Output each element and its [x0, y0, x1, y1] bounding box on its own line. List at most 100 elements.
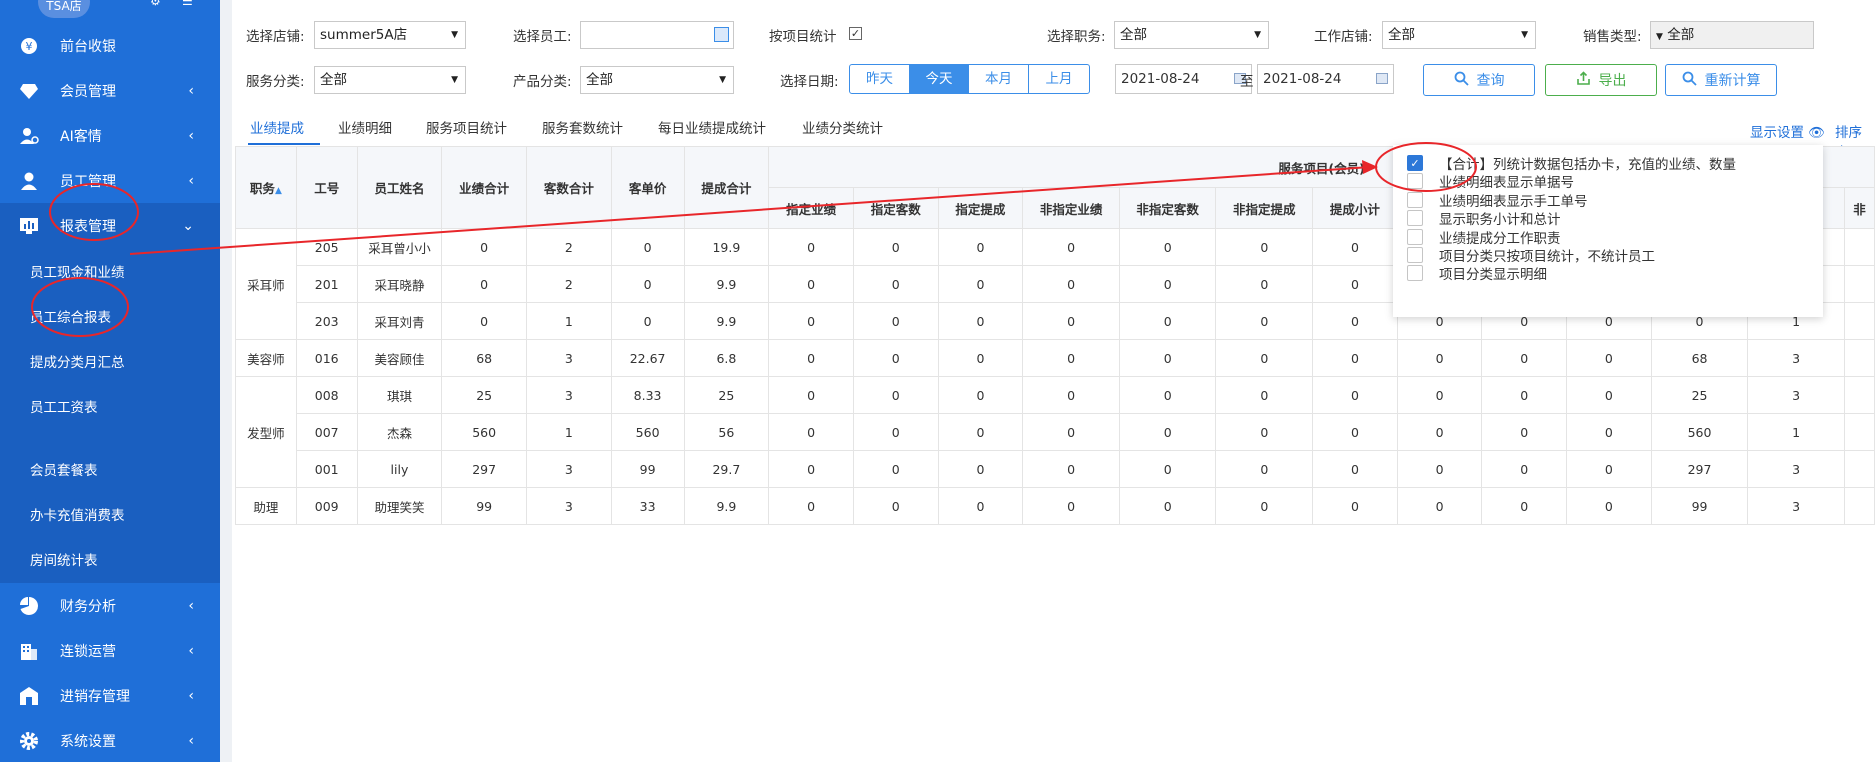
- tab-category-stats[interactable]: 业绩分类统计: [802, 117, 883, 137]
- sub-header[interactable]: 非指定业绩: [1022, 187, 1120, 229]
- sidebar-subitem-room-stats[interactable]: 房间统计表: [0, 536, 220, 581]
- date-today-button[interactable]: 今天: [909, 64, 969, 94]
- display-option[interactable]: 业绩提成分工作职责: [1407, 227, 1561, 247]
- sidebar-subitem-label: 员工工资表: [30, 399, 98, 416]
- cell-sub: 0: [852, 339, 939, 377]
- recalculate-button[interactable]: 重新计算: [1665, 64, 1777, 96]
- sidebar-item-members[interactable]: 会员管理 ‹: [0, 68, 220, 113]
- store-label: 选择店铺:: [246, 29, 305, 45]
- cell-extra: 99: [1650, 487, 1749, 525]
- position-select[interactable]: 全部 ▼: [1114, 21, 1269, 49]
- display-settings-link[interactable]: 显示设置 👁: [1750, 121, 1825, 141]
- display-option[interactable]: ✓ 【合计】列统计数据包括办卡，充值的业绩、数量: [1407, 153, 1736, 173]
- date-to-input[interactable]: 2021-08-24: [1257, 64, 1394, 94]
- checkbox-icon[interactable]: [1407, 265, 1423, 281]
- display-option[interactable]: 项目分类只按项目统计，不统计员工: [1407, 245, 1655, 265]
- sidebar-subitem-commission-monthly[interactable]: 提成分类月汇总: [0, 338, 220, 383]
- settings-icon[interactable]: ⚙: [150, 0, 161, 8]
- sidebar-subitem-card-recharge[interactable]: 办卡充值消费表: [0, 491, 220, 536]
- table-row[interactable]: 美容师 016 美容顾佳 68 3 22.67 6.8 0 0 0 0 0 0 0 0 0 0 68 3: [235, 339, 1875, 377]
- display-option[interactable]: 业绩明细表显示手工单号: [1407, 190, 1588, 210]
- date-from-input[interactable]: 2021-08-24: [1115, 64, 1252, 94]
- chevron-left-icon: ‹: [188, 172, 194, 189]
- tab-commission[interactable]: 业绩提成: [250, 117, 304, 137]
- sidebar-subitem-member-package[interactable]: 会员套餐表: [0, 446, 220, 491]
- sidebar-item-reports[interactable]: 报表管理 ⌄: [0, 203, 220, 248]
- cell-extra: 0: [1396, 487, 1483, 525]
- sidebar-item-chain[interactable]: 连锁运营 ‹: [0, 628, 220, 673]
- service-cat-select[interactable]: 全部 ▼: [314, 66, 466, 94]
- date-yesterday-button[interactable]: 昨天: [849, 64, 910, 94]
- cell-extra: 560: [1650, 413, 1749, 451]
- sidebar-item-cashier[interactable]: ¥ 前台收银: [0, 23, 220, 68]
- cell-extra: [1843, 450, 1875, 488]
- dropdown-arrow-icon: ▼: [719, 75, 726, 85]
- store-select[interactable]: summer5A店 ▼: [314, 21, 466, 49]
- col-header-commission[interactable]: 提成合计: [683, 146, 770, 229]
- menu-icon[interactable]: ☰: [182, 0, 193, 8]
- sidebar-subitem-label: 员工综合报表: [30, 309, 111, 326]
- table-row[interactable]: 发型师 008 琪琪 25 3 8.33 25 0 0 0 0 0 0 0 0 0 0 25 3: [235, 376, 1875, 488]
- date-last-month-button[interactable]: 上月: [1028, 64, 1090, 94]
- table-row[interactable]: 001 lily 297 3 99 29.7 0 0 0 0 0 0 0 0 0 0 297 3: [236, 450, 1875, 488]
- sub-header[interactable]: 非: [1843, 187, 1875, 229]
- cell-extra: 25: [1650, 376, 1749, 414]
- employee-input[interactable]: [580, 21, 734, 49]
- sidebar-item-label: 财务分析: [60, 598, 116, 615]
- by-project-label: 按项目统计: [769, 29, 837, 45]
- col-header-name[interactable]: 员工姓名: [356, 146, 443, 229]
- product-cat-select[interactable]: 全部 ▼: [580, 66, 734, 94]
- cell-perf: 0: [441, 228, 528, 266]
- calendar-icon[interactable]: [1376, 73, 1388, 84]
- cell-id: 205: [295, 228, 358, 266]
- col-header-perf[interactable]: 业绩合计: [441, 146, 528, 229]
- display-option[interactable]: 业绩明细表显示单据号: [1407, 171, 1574, 191]
- sort-asc-icon[interactable]: ▲: [275, 186, 282, 196]
- checkbox-icon[interactable]: [1407, 173, 1423, 189]
- sub-header[interactable]: 提成小计: [1312, 187, 1398, 229]
- checkbox-checked-icon[interactable]: ✓: [1407, 155, 1423, 171]
- col-header-unit-price[interactable]: 客单价: [610, 146, 685, 229]
- sidebar-subitem-staff-report[interactable]: 员工综合报表: [0, 293, 220, 338]
- checkbox-icon[interactable]: [1407, 247, 1423, 263]
- sidebar-item-ai[interactable]: AI客情 ‹: [0, 113, 220, 158]
- date-this-month-button[interactable]: 本月: [968, 64, 1029, 94]
- cell-unit: 99: [610, 450, 685, 488]
- sub-header[interactable]: 指定客数: [852, 187, 939, 229]
- display-option[interactable]: 项目分类显示明细: [1407, 263, 1547, 283]
- col-header-role[interactable]: 职务▲: [235, 146, 297, 229]
- table-row[interactable]: 助理 009 助理笑笑 99 3 33 9.9 0 0 0 0 0 0 0 0 0 0 99 3: [235, 487, 1875, 525]
- sale-type-select[interactable]: ▼ 全部: [1650, 21, 1814, 49]
- checkbox-icon[interactable]: [1407, 210, 1423, 226]
- col-header-id[interactable]: 工号: [295, 146, 358, 229]
- by-project-checkbox[interactable]: ✓: [849, 27, 862, 40]
- sidebar-subitem-staff-cash[interactable]: 员工现金和业绩: [0, 248, 220, 293]
- checkbox-icon[interactable]: [1407, 229, 1423, 245]
- sub-header[interactable]: 非指定提成: [1215, 187, 1314, 229]
- col-header-clients[interactable]: 客数合计: [526, 146, 612, 229]
- sidebar-subitem-payroll[interactable]: 员工工资表: [0, 383, 220, 428]
- display-option-label: 业绩明细表显示单据号: [1439, 175, 1574, 191]
- sub-header[interactable]: 非指定客数: [1118, 187, 1217, 229]
- cell-unit: 0: [610, 265, 685, 303]
- cell-extra: [1843, 339, 1875, 377]
- sub-header[interactable]: 指定业绩: [768, 187, 854, 229]
- sidebar-item-inventory[interactable]: 进销存管理 ‹: [0, 673, 220, 718]
- sub-header[interactable]: 指定提成: [937, 187, 1024, 229]
- query-button[interactable]: 查询: [1423, 64, 1535, 96]
- store-badge[interactable]: TSA店: [38, 0, 90, 18]
- picker-icon[interactable]: [714, 27, 729, 42]
- tab-daily-commission[interactable]: 每日业绩提成统计: [658, 117, 766, 137]
- checkbox-icon[interactable]: [1407, 192, 1423, 208]
- display-option[interactable]: 显示职务小计和总计: [1407, 208, 1561, 228]
- tab-service-set-stats[interactable]: 服务套数统计: [542, 117, 623, 137]
- work-store-select[interactable]: 全部 ▼: [1382, 21, 1536, 49]
- table-row[interactable]: 007 杰森 560 1 560 56 0 0 0 0 0 0 0 0 0 0 560 1: [236, 413, 1875, 451]
- sidebar-item-finance[interactable]: 财务分析 ‹: [0, 583, 220, 628]
- tab-service-stats[interactable]: 服务项目统计: [426, 117, 507, 137]
- sidebar-item-staff[interactable]: 员工管理 ‹: [0, 158, 220, 203]
- export-button[interactable]: 导出: [1545, 64, 1657, 96]
- tab-performance-detail[interactable]: 业绩明细: [338, 117, 392, 137]
- cell-sub: 0: [1312, 265, 1398, 303]
- sidebar-item-settings[interactable]: 系统设置 ‹: [0, 718, 220, 763]
